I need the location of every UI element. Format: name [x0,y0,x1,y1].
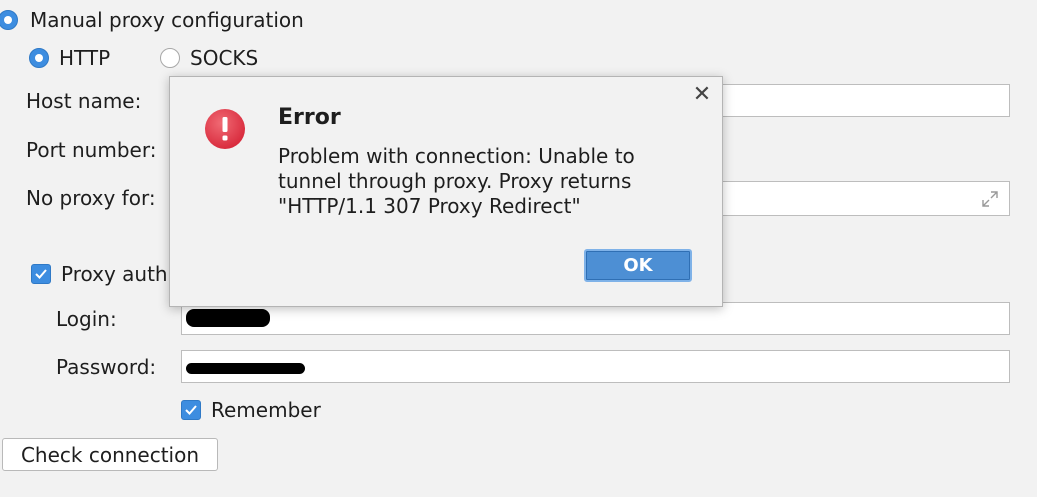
redacted-password [186,363,305,374]
dialog-message: Problem with connection: Unable to tunne… [278,144,635,218]
remember-checkbox[interactable] [181,400,201,420]
error-dialog: Error Problem with connection: Unable to… [169,76,723,307]
dialog-title: Error [278,105,341,130]
close-icon[interactable]: ✕ [691,84,713,106]
redacted-login [186,309,270,327]
proxy-auth-checkbox[interactable] [31,264,51,284]
manual-proxy-label: Manual proxy configuration [30,8,304,32]
checkmark-icon [35,269,47,279]
no-proxy-input[interactable] [700,181,1010,216]
expand-icon[interactable] [981,190,999,208]
no-proxy-label: No proxy for: [26,186,156,210]
manual-proxy-radio[interactable] [0,10,18,30]
check-connection-button[interactable]: Check connection [2,438,218,471]
error-icon [205,109,245,149]
remember-label: Remember [211,398,321,422]
socks-label: SOCKS [190,46,259,70]
http-label: HTTP [59,46,111,70]
http-radio[interactable] [29,48,49,68]
proxy-auth-label: Proxy auth [61,262,168,286]
socks-radio[interactable] [160,48,180,68]
host-name-label: Host name: [26,89,142,113]
ok-button[interactable]: OK [584,249,692,282]
login-label: Login: [56,307,117,331]
password-input[interactable] [181,350,1010,383]
port-number-label: Port number: [26,138,157,162]
host-name-input[interactable] [700,84,1010,117]
password-label: Password: [56,355,157,379]
checkmark-icon [185,405,197,415]
